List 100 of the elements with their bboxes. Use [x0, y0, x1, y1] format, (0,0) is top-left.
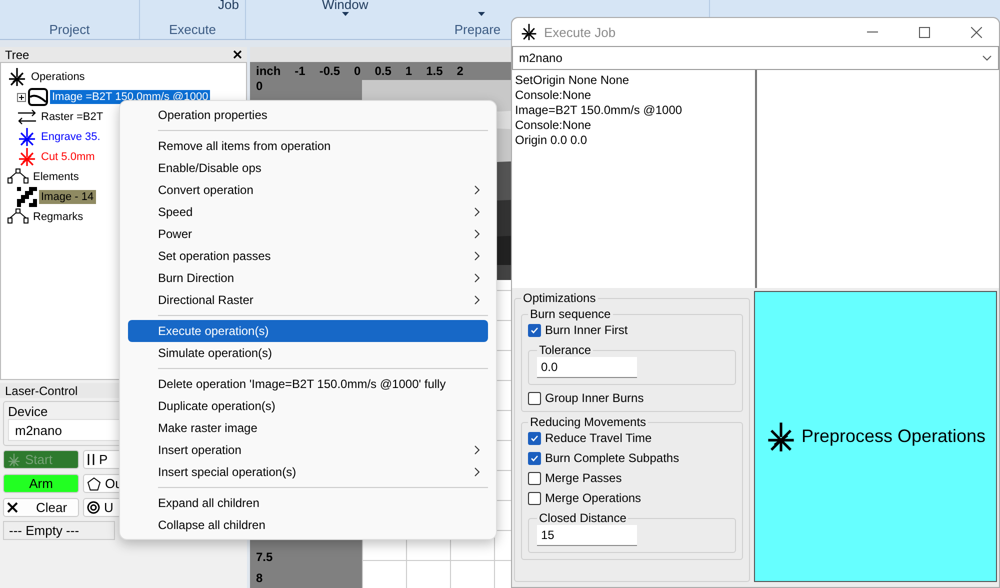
- chevron-icon: [474, 207, 480, 217]
- list-item[interactable]: SetOrigin None None: [515, 73, 752, 88]
- checkbox[interactable]: Merge Operations: [528, 491, 736, 505]
- image-icon: [28, 88, 48, 106]
- menu-item[interactable]: Set operation passes: [128, 245, 488, 267]
- ruler-label: 0.5: [374, 64, 392, 78]
- tree-item[interactable]: Cut 5.0mm: [39, 150, 97, 164]
- menu-item[interactable]: Speed: [128, 201, 488, 223]
- menu-item[interactable]: Operation properties: [128, 104, 488, 126]
- ruler-label: 8: [256, 572, 264, 585]
- ruler-label: 1: [405, 64, 412, 78]
- laser-icon: [520, 23, 538, 41]
- menu-item[interactable]: Power: [128, 223, 488, 245]
- tree-item[interactable]: Engrave 35.: [39, 130, 102, 144]
- list-item[interactable]: Console:None: [515, 118, 752, 133]
- ruler-label: 0: [354, 64, 361, 78]
- chevron-icon: [474, 445, 480, 455]
- nodes-icon: [7, 208, 29, 226]
- checkbox[interactable]: Reduce Travel Time: [528, 431, 736, 445]
- checkbox-box[interactable]: [528, 392, 541, 404]
- ruler-label: -1: [294, 64, 306, 78]
- chevron-icon: [474, 273, 480, 283]
- maximize-icon[interactable]: [918, 26, 930, 38]
- tree-item[interactable]: Regmarks: [31, 210, 86, 224]
- menu-item[interactable]: Enable/Disable ops: [128, 157, 488, 179]
- checkbox-label: Reduce Travel Time: [545, 431, 652, 445]
- chevron-icon: [982, 55, 992, 61]
- laser-icon: [7, 67, 27, 87]
- close-icon[interactable]: [970, 26, 982, 38]
- ruler-unit: inch: [256, 64, 281, 78]
- menu-item[interactable]: Convert operation: [128, 179, 488, 201]
- chevron-icon: [474, 185, 480, 195]
- laser-icon: [17, 147, 37, 167]
- menu-item[interactable]: Execute operation(s): [128, 320, 488, 342]
- menu-item[interactable]: Directional Raster: [128, 289, 488, 311]
- pattern-icon: [17, 187, 37, 207]
- checkbox-box[interactable]: [528, 492, 541, 504]
- caret-icon[interactable]: [342, 12, 349, 16]
- checkbox[interactable]: Group Inner Burns: [528, 391, 736, 405]
- ruler-label: 2: [456, 64, 464, 78]
- menu-item[interactable]: Insert operation: [128, 439, 488, 461]
- checkbox-label: Burn Complete Subpaths: [545, 451, 680, 465]
- close-icon: [7, 502, 18, 513]
- checkbox-box[interactable]: [528, 432, 541, 444]
- menu-item[interactable]: Expand all children: [128, 492, 488, 514]
- arrows-icon: [17, 108, 37, 126]
- expand-icon[interactable]: [17, 92, 26, 102]
- device-dropdown[interactable]: m2nano: [512, 46, 999, 70]
- menu-item[interactable]: Delete operation 'Image=B2T 150.0mm/s @1000' fully: [128, 373, 488, 395]
- menu-item[interactable]: Insert special operation(s): [128, 461, 488, 483]
- menu-item[interactable]: Remove all items from operation: [128, 135, 488, 157]
- chevron-icon: [474, 467, 480, 477]
- checkbox-box[interactable]: [528, 452, 541, 464]
- target-icon: [87, 501, 100, 514]
- ruler-label: 0: [256, 79, 263, 93]
- checkbox[interactable]: Burn Complete Subpaths: [528, 451, 736, 465]
- input-field[interactable]: 0.0: [537, 357, 637, 378]
- tree-item[interactable]: Operations: [29, 70, 87, 84]
- arm-button[interactable]: Arm: [3, 474, 79, 493]
- list-item[interactable]: Console:None: [515, 88, 752, 103]
- group-label: Reducing Movements: [529, 415, 648, 429]
- panel-title: Laser-Control: [5, 384, 78, 398]
- group-label: Closed Distance: [538, 511, 628, 525]
- ruler-label: 1.5: [426, 64, 443, 78]
- close-icon[interactable]: [233, 50, 242, 59]
- chevron-icon: [474, 251, 480, 261]
- nodes-icon: [7, 168, 29, 186]
- input-field[interactable]: 15: [537, 525, 637, 546]
- ruler-label: 7.5: [256, 551, 274, 564]
- ribbon-group-label: Execute: [169, 22, 216, 37]
- caret-icon[interactable]: [478, 12, 486, 16]
- menu-item[interactable]: Duplicate operation(s): [128, 395, 488, 417]
- checkbox-label: Group Inner Burns: [545, 391, 644, 405]
- ribbon-group-label: Project: [49, 22, 90, 37]
- checkbox-label: Burn Inner First: [545, 323, 628, 337]
- chevron-icon: [474, 229, 480, 239]
- group-label: Optimizations: [522, 291, 597, 305]
- minimize-icon[interactable]: [866, 31, 878, 33]
- preprocess-button[interactable]: Preprocess Operations: [754, 291, 997, 582]
- list-item[interactable]: Image=B2T 150.0mm/s @1000: [515, 103, 752, 118]
- menu-item[interactable]: Simulate operation(s): [128, 342, 488, 364]
- checkbox[interactable]: Burn Inner First: [528, 323, 736, 337]
- checkbox-label: Merge Operations: [545, 491, 642, 505]
- menu-item[interactable]: Collapse all children: [128, 514, 488, 536]
- checkbox[interactable]: Merge Passes: [528, 471, 736, 485]
- checkbox-label: Merge Passes: [545, 471, 622, 485]
- tree-item[interactable]: Elements: [31, 170, 81, 184]
- status-field[interactable]: --- Empty ---: [3, 521, 115, 540]
- chevron-icon: [474, 295, 480, 305]
- checkbox-box[interactable]: [528, 324, 541, 336]
- pause-icon: [87, 454, 95, 465]
- laser-icon: [17, 127, 37, 147]
- ruler-label: -0.5: [319, 64, 340, 78]
- clear-button[interactable]: Clear: [3, 498, 79, 517]
- list-item[interactable]: Origin 0.0 0.0: [515, 133, 752, 148]
- checkbox-box[interactable]: [528, 472, 541, 484]
- tree-item[interactable]: Raster =B2T: [39, 110, 106, 124]
- tree-item[interactable]: Image - 14: [39, 190, 96, 204]
- ribbon-group-label: Prepare: [454, 22, 501, 37]
- menu-item[interactable]: Burn Direction: [128, 267, 488, 289]
